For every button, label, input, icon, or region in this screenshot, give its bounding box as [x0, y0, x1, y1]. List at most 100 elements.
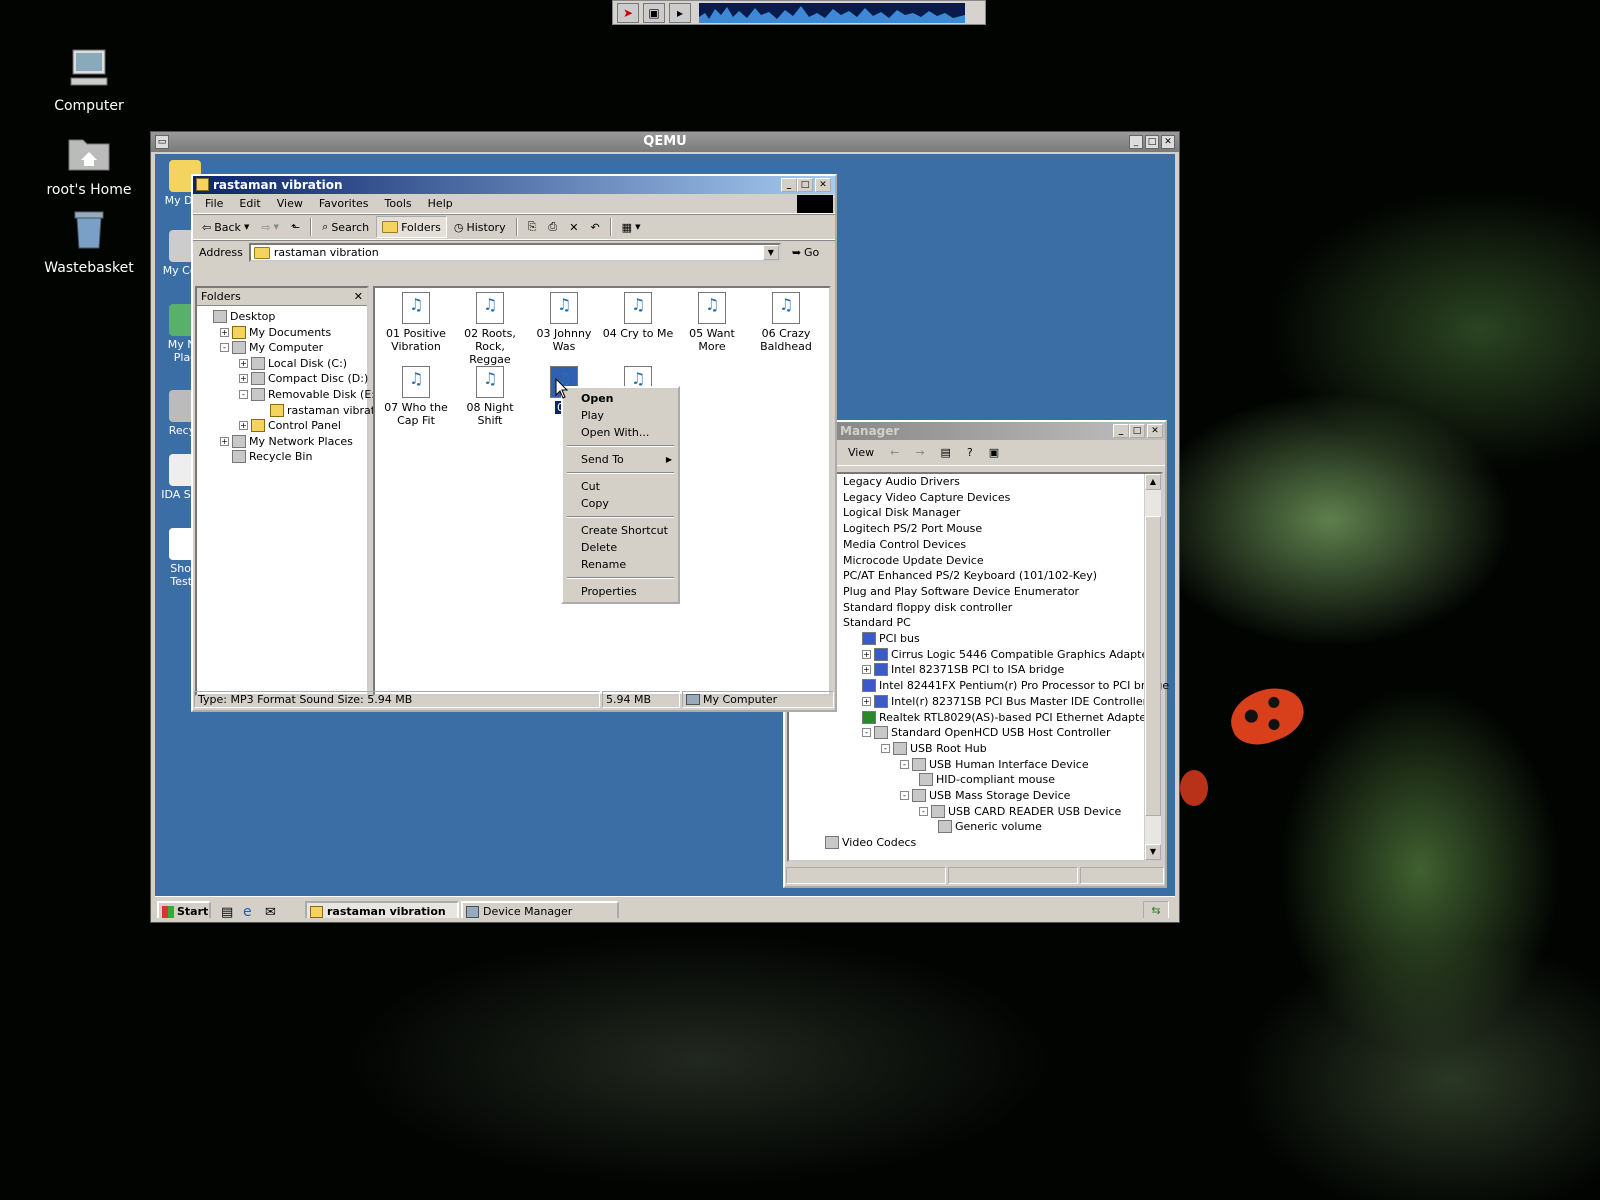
- minimize-icon[interactable]: _: [781, 178, 797, 192]
- folder-tree-item[interactable]: Recycle Bin: [220, 450, 312, 464]
- device-tree-item[interactable]: Realtek RTL8029(AS)-based PCI Ethernet A…: [862, 710, 1151, 724]
- copy-to-button[interactable]: ⎙: [543, 216, 562, 238]
- expand-icon[interactable]: +: [239, 358, 248, 368]
- folder-tree-item[interactable]: + Control Panel: [239, 419, 341, 433]
- device-tree-item[interactable]: Intel 82441FX Pentium(r) Pro Processor t…: [862, 679, 1169, 693]
- scroll-thumb[interactable]: [1145, 516, 1161, 816]
- up-folder-button[interactable]: ⬑: [286, 216, 305, 238]
- forward-button[interactable]: ⇨ ▼: [256, 216, 284, 238]
- device-tree-item[interactable]: HID-compliant mouse: [919, 773, 1055, 787]
- context-menu-item[interactable]: Create Shortcut: [565, 522, 676, 539]
- file-item[interactable]: 07 Who theCap Fit: [379, 366, 453, 427]
- minimize-icon[interactable]: _: [1113, 424, 1129, 438]
- expand-icon[interactable]: +: [862, 665, 871, 675]
- qemu-minimize-icon[interactable]: _: [1129, 135, 1143, 149]
- file-item[interactable]: 03 JohnnyWas: [527, 292, 601, 353]
- scroll-up-icon[interactable]: ▲: [1145, 474, 1161, 490]
- outlook-icon[interactable]: ✉: [265, 905, 276, 918]
- desktop-icon-computer[interactable]: Computer: [34, 48, 144, 114]
- forward-arrow-icon[interactable]: →: [907, 446, 932, 459]
- file-item[interactable]: 01 PositiveVibration: [379, 292, 453, 353]
- device-tree-item[interactable]: - USB Root Hub: [881, 741, 987, 755]
- properties-icon[interactable]: ▤: [933, 446, 959, 459]
- device-tree-item[interactable]: - USB Mass Storage Device: [900, 789, 1070, 802]
- file-item[interactable]: 04 Cry to Me: [601, 292, 675, 340]
- menu-help[interactable]: Help: [420, 197, 461, 210]
- collapse-icon[interactable]: -: [900, 791, 909, 800]
- qemu-menu-icon[interactable]: ▭: [155, 135, 169, 149]
- internet-explorer-icon[interactable]: e: [243, 904, 252, 918]
- file-item[interactable]: 05 Want More: [675, 292, 749, 353]
- device-tree-item[interactable]: Legacy Video Capture Devices: [843, 491, 1010, 504]
- device-tree-item[interactable]: Generic volume: [938, 820, 1042, 834]
- collapse-icon[interactable]: -: [239, 390, 248, 399]
- device-tree-item[interactable]: Logical Disk Manager: [843, 506, 960, 519]
- device-manager-title-bar[interactable]: Manager _ □ ✕: [785, 422, 1165, 440]
- device-tree-scrollbar[interactable]: ▲ ▼: [1144, 474, 1161, 860]
- task-device-manager[interactable]: Device Manager: [461, 901, 619, 918]
- device-tree-item[interactable]: + Intel(r) 82371SB PCI Bus Master IDE Con…: [862, 694, 1147, 708]
- folder-tree-item[interactable]: + My Network Places: [220, 434, 353, 448]
- logout-icon[interactable]: ➤: [617, 3, 639, 23]
- camera-icon[interactable]: ▣: [643, 3, 665, 23]
- device-tree-item[interactable]: + Cirrus Logic 5446 Compatible Graphics A…: [862, 647, 1153, 661]
- context-menu-item[interactable]: Rename: [565, 556, 676, 573]
- back-button[interactable]: ⇦ Back ▼: [197, 216, 254, 238]
- folder-tree-item[interactable]: - My Computer: [220, 341, 323, 355]
- device-tree-item[interactable]: Microcode Update Device: [843, 554, 984, 567]
- context-menu-item[interactable]: Copy: [565, 495, 676, 512]
- folders-button[interactable]: Folders: [376, 216, 447, 238]
- show-desktop-icon[interactable]: ▤: [221, 905, 233, 918]
- expand-icon[interactable]: +: [220, 436, 229, 446]
- device-tree-item[interactable]: Plug and Play Software Device Enumerator: [843, 585, 1079, 598]
- expand-icon[interactable]: +: [220, 327, 229, 337]
- task-rastaman-vibration[interactable]: rastaman vibration: [305, 901, 459, 918]
- history-button[interactable]: ◷ History: [449, 216, 511, 238]
- help-icon[interactable]: ?: [959, 446, 981, 459]
- folder-tree-item[interactable]: + Local Disk (C:): [239, 356, 347, 370]
- explorer-title-bar[interactable]: rastaman vibration _ □ ✕: [193, 176, 835, 194]
- expand-icon[interactable]: +: [239, 421, 248, 431]
- collapse-icon[interactable]: -: [881, 743, 890, 753]
- qemu-close-icon[interactable]: ✕: [1161, 135, 1175, 149]
- qemu-maximize-icon[interactable]: □: [1145, 135, 1159, 149]
- menu-view[interactable]: View: [269, 197, 311, 210]
- terminal-icon[interactable]: ▸: [669, 3, 691, 23]
- collapse-icon[interactable]: -: [919, 806, 928, 816]
- start-button[interactable]: Start: [157, 901, 211, 918]
- expand-icon[interactable]: +: [862, 696, 871, 706]
- menu-tools[interactable]: Tools: [377, 197, 420, 210]
- context-menu-item[interactable]: Play: [565, 407, 676, 424]
- device-tree-item[interactable]: Video Codecs: [825, 836, 916, 850]
- device-tree-item[interactable]: Standard floppy disk controller: [843, 601, 1012, 614]
- menu-edit[interactable]: Edit: [231, 197, 268, 210]
- address-dropdown-icon[interactable]: ▼: [762, 245, 779, 260]
- desktop-icon-home[interactable]: root's Home: [34, 132, 144, 198]
- device-tree-item[interactable]: PCI bus: [862, 632, 920, 645]
- expand-icon[interactable]: +: [239, 374, 248, 384]
- undo-button[interactable]: ↶: [585, 216, 604, 238]
- device-tree-item[interactable]: Media Control Devices: [843, 538, 966, 551]
- go-button[interactable]: ➥ Go: [787, 242, 824, 264]
- address-input[interactable]: rastaman vibration ▼: [248, 243, 781, 262]
- tray-network-icon[interactable]: ⇆: [1143, 901, 1169, 918]
- file-item[interactable]: 06 CrazyBaldhead: [749, 292, 823, 353]
- expand-icon[interactable]: +: [862, 649, 871, 659]
- menu-view[interactable]: View: [840, 446, 882, 459]
- file-item[interactable]: 08 Night Shift: [453, 366, 527, 427]
- scan-hardware-icon[interactable]: ▣: [981, 446, 1007, 459]
- device-tree-item[interactable]: - USB CARD READER USB Device: [919, 804, 1121, 818]
- device-tree-item[interactable]: PC/AT Enhanced PS/2 Keyboard (101/102-Ke…: [843, 569, 1097, 582]
- context-menu-item[interactable]: Open: [565, 390, 676, 407]
- device-tree-item[interactable]: Legacy Audio Drivers: [843, 475, 960, 488]
- context-menu-item[interactable]: Properties: [565, 583, 676, 600]
- dropdown-arrow-icon[interactable]: ▼: [274, 223, 279, 231]
- views-button[interactable]: ▦ ▼: [617, 216, 646, 238]
- menu-file[interactable]: File: [197, 197, 231, 210]
- folder-tree-item[interactable]: rastaman vibration: [258, 403, 392, 417]
- back-arrow-icon[interactable]: ←: [882, 446, 907, 459]
- folder-tree-item[interactable]: Desktop: [201, 310, 275, 323]
- device-tree-item[interactable]: - Standard OpenHCD USB Host Controller: [862, 726, 1111, 740]
- file-item[interactable]: 02 Roots,Rock, Reggae: [453, 292, 527, 366]
- menu-favorites[interactable]: Favorites: [311, 197, 377, 210]
